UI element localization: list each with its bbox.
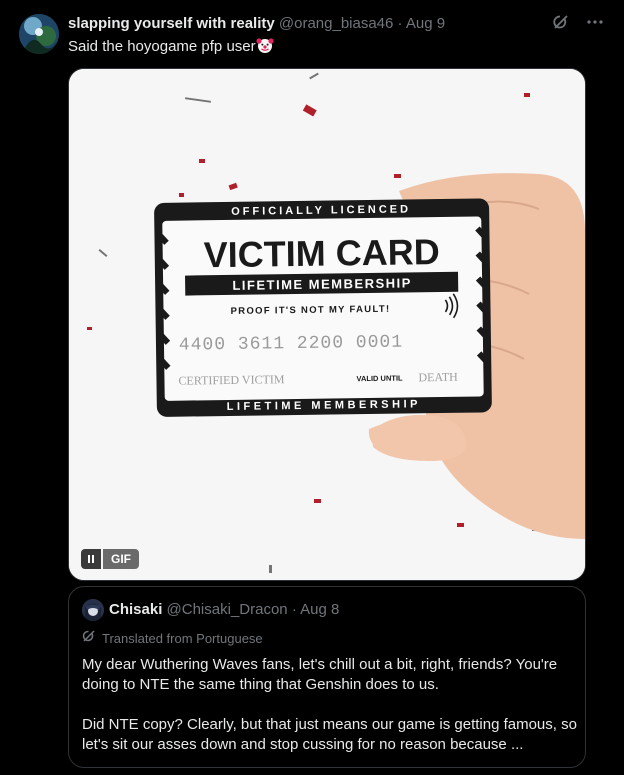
clown-face-icon <box>256 36 274 60</box>
header-separator: · <box>397 15 403 32</box>
avatar-image <box>19 14 59 54</box>
card-number: 4400 3611 2200 0001 <box>179 333 403 356</box>
quoted-tweet[interactable]: Chisaki @Chisaki_Dracon · Aug 8 Translat… <box>68 586 586 768</box>
translated-label: Translated from Portuguese <box>102 630 263 646</box>
card-valid-label: VALID UNTIL <box>356 374 403 384</box>
display-name[interactable]: slapping yourself with reality <box>68 15 275 32</box>
tweet-header: slapping yourself with reality @orang_bi… <box>68 14 604 34</box>
pause-button[interactable] <box>81 549 101 569</box>
pause-icon <box>88 555 94 563</box>
translated-notice: Translated from Portuguese <box>82 629 263 648</box>
quoted-text: My dear Wuthering Waves fans, let's chil… <box>82 655 577 755</box>
card-tagline: PROOF IT'S NOT MY FAULT! <box>231 304 391 317</box>
tweet-date[interactable]: Aug 9 <box>406 15 445 32</box>
tweet-text: Said the hoyogame pfp user <box>68 36 274 60</box>
gif-badge: GIF <box>103 549 139 569</box>
quoted-paragraph: My dear Wuthering Waves fans, let's chil… <box>82 656 558 693</box>
quoted-date[interactable]: Aug 8 <box>300 601 339 618</box>
quoted-separator: · <box>291 601 297 618</box>
gif-media[interactable]: OFFICIALLY LICENCED VICTIM CARD LIFETIME… <box>68 68 586 581</box>
quoted-display-name[interactable]: Chisaki <box>109 601 162 618</box>
user-handle[interactable]: @orang_biasa46 <box>279 15 393 32</box>
user-avatar[interactable] <box>19 14 59 54</box>
card-holder: CERTIFIED VICTIM <box>178 372 285 387</box>
quoted-handle[interactable]: @Chisaki_Dracon <box>167 601 288 618</box>
card-top-banner: OFFICIALLY LICENCED <box>231 203 411 218</box>
quoted-header: Chisaki @Chisaki_Dracon · Aug 8 <box>109 600 339 620</box>
grok-icon[interactable] <box>552 13 570 36</box>
quoted-paragraph: Did NTE copy? Clearly, but that just mea… <box>82 716 577 753</box>
quoted-avatar-image <box>82 599 104 621</box>
victim-card: OFFICIALLY LICENCED VICTIM CARD LIFETIME… <box>154 198 492 417</box>
card-valid-value: DEATH <box>418 370 458 385</box>
card-title: VICTIM CARD <box>203 231 440 275</box>
tweet[interactable]: slapping yourself with reality @orang_bi… <box>0 0 624 775</box>
tweet-text-content: Said the hoyogame pfp user <box>68 38 256 55</box>
translate-icon <box>82 629 96 648</box>
header-actions <box>552 14 604 34</box>
quoted-user-avatar[interactable] <box>82 599 104 621</box>
gif-controls: GIF <box>81 549 139 569</box>
more-icon[interactable] <box>586 13 604 36</box>
victim-card-gif: OFFICIALLY LICENCED VICTIM CARD LIFETIME… <box>69 69 585 580</box>
card-membership-box: LIFETIME MEMBERSHIP <box>232 275 412 293</box>
